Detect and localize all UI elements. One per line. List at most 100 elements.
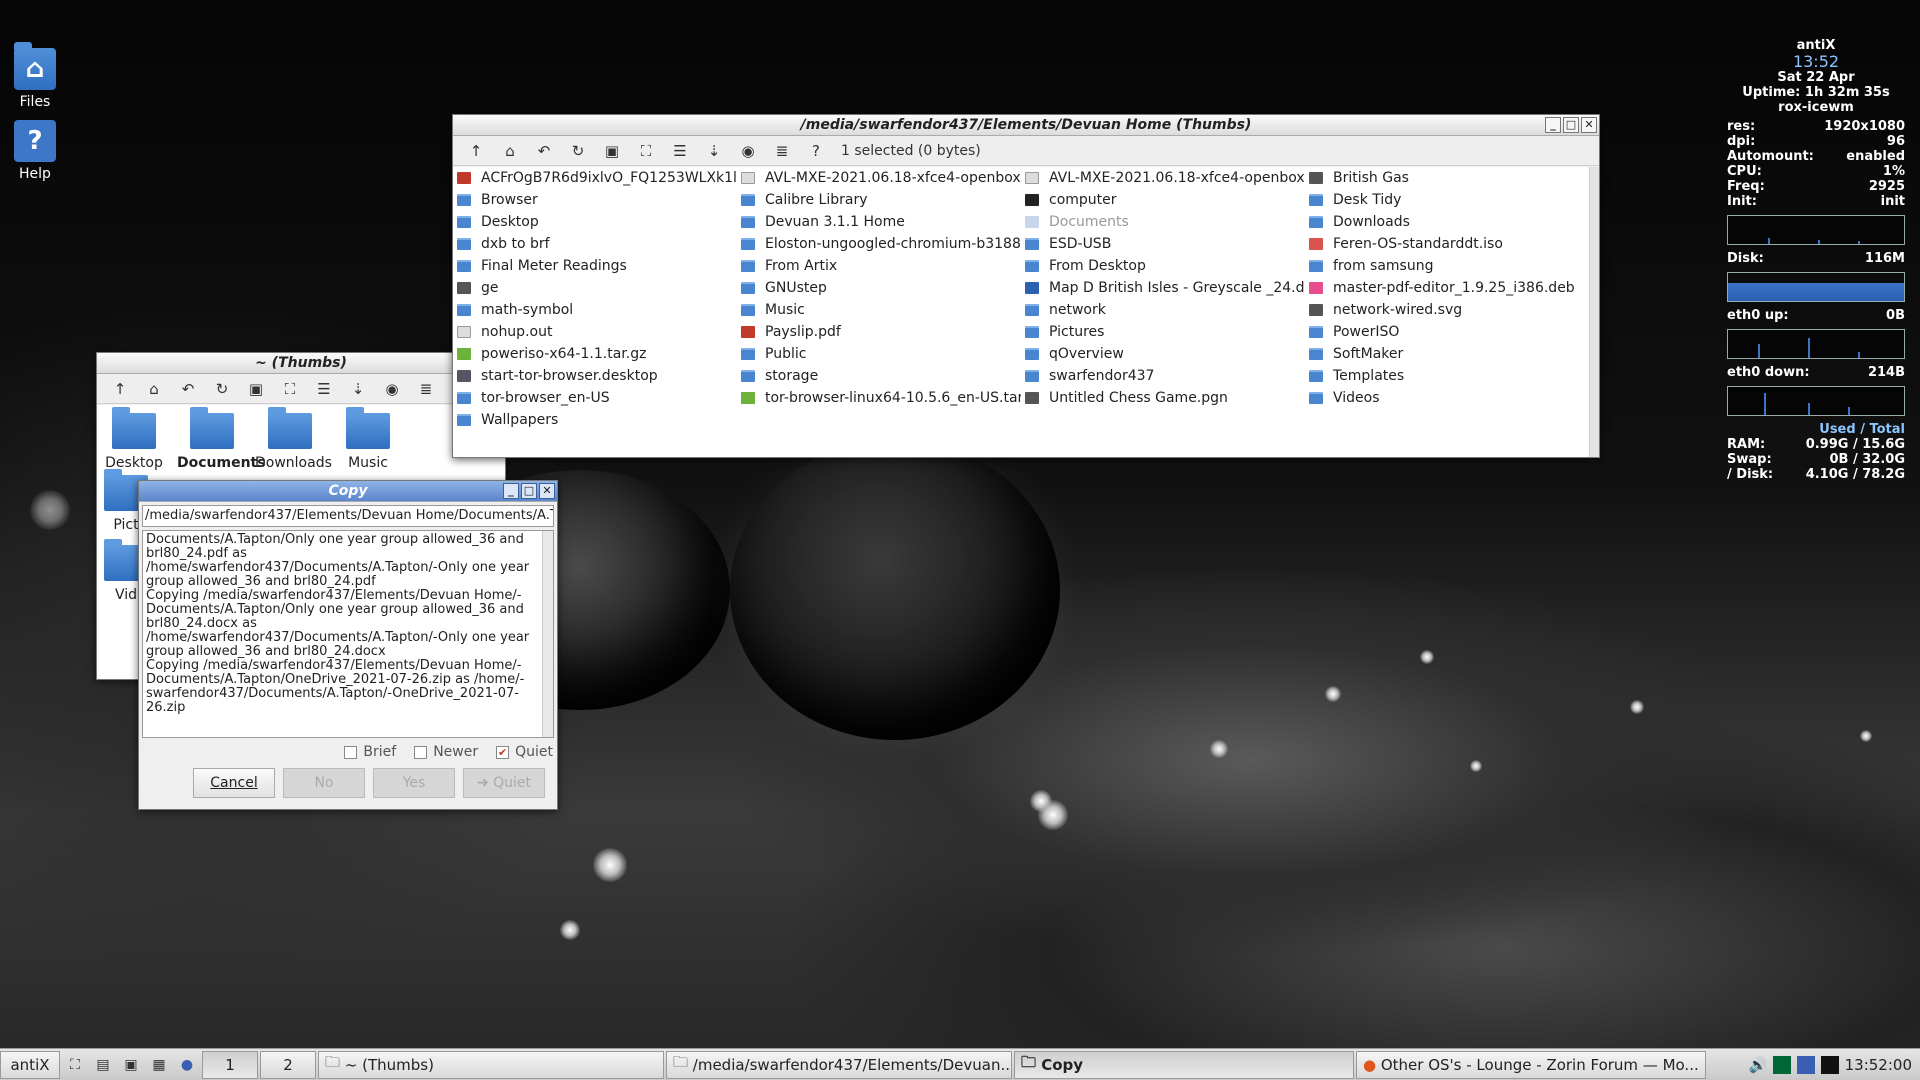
- sort-icon[interactable]: ⇣: [697, 139, 731, 163]
- resize-icon[interactable]: ⛶: [629, 139, 663, 163]
- file-item[interactable]: GNUstep: [741, 277, 1021, 299]
- quiet-button[interactable]: ➜ Quiet: [463, 768, 545, 798]
- thumb-item[interactable]: Music: [333, 407, 403, 471]
- browser-icon[interactable]: ●: [174, 1052, 200, 1078]
- no-button[interactable]: No: [283, 768, 365, 798]
- file-item[interactable]: Devuan 3.1.1 Home: [741, 211, 1021, 233]
- minimize-icon[interactable]: _: [503, 483, 519, 499]
- refresh-icon[interactable]: ↻: [205, 377, 239, 401]
- maximize-icon[interactable]: □: [1563, 117, 1579, 133]
- task-browser[interactable]: ● Other OS's - Lounge - Zorin Forum — Mo…: [1356, 1050, 1706, 1079]
- terminal-icon[interactable]: ▣: [118, 1052, 144, 1078]
- file-item[interactable]: AVL-MXE-2021.06.18-xfce4-openbox-amd: [1025, 167, 1305, 189]
- newer-checkbox[interactable]: Newer: [414, 744, 478, 760]
- window-titlebar[interactable]: Copy _ □ ✕: [139, 481, 557, 502]
- copy-dialog[interactable]: Copy _ □ ✕ /media/swarfendor437/Elements…: [138, 480, 558, 810]
- cpu-monitor-icon[interactable]: [1772, 1055, 1791, 1074]
- copy-log[interactable]: Documents/A.Tapton/Only one year group a…: [142, 530, 554, 738]
- close-icon[interactable]: ✕: [539, 483, 555, 499]
- task-devuan-home[interactable]: 🗀 /media/swarfendor437/Elements/Devuan..…: [666, 1050, 1012, 1079]
- file-item[interactable]: ESD-USB: [1025, 233, 1305, 255]
- new-window-icon[interactable]: ▣: [595, 139, 629, 163]
- yes-button[interactable]: Yes: [373, 768, 455, 798]
- file-item[interactable]: Documents: [1025, 211, 1305, 233]
- file-item[interactable]: Untitled Chess Game.pgn: [1025, 387, 1305, 409]
- back-icon[interactable]: ↶: [527, 139, 561, 163]
- file-item[interactable]: storage: [741, 365, 1021, 387]
- show-desktop-icon[interactable]: ⛶: [62, 1052, 88, 1078]
- thumb-item[interactable]: Desktop: [99, 407, 169, 471]
- sort-icon[interactable]: ⇣: [341, 377, 375, 401]
- file-item[interactable]: British Gas: [1309, 167, 1589, 189]
- file-item[interactable]: nohup.out: [457, 321, 737, 343]
- network-icon[interactable]: [1796, 1055, 1815, 1074]
- file-item[interactable]: tor-browser-linux64-10.5.6_en-US.tar.xz: [741, 387, 1021, 409]
- file-item[interactable]: network-wired.svg: [1309, 299, 1589, 321]
- file-item[interactable]: Wallpapers: [457, 409, 737, 431]
- task-copy[interactable]: 🗀 Copy: [1014, 1050, 1354, 1079]
- file-item[interactable]: Music: [741, 299, 1021, 321]
- file-item[interactable]: network: [1025, 299, 1305, 321]
- thumb-item[interactable]: Downloads: [255, 407, 332, 471]
- file-item[interactable]: Public: [741, 343, 1021, 365]
- file-item[interactable]: Templates: [1309, 365, 1589, 387]
- desktop-icon-files[interactable]: ⌂ Files: [0, 42, 70, 110]
- refresh-icon[interactable]: ↻: [561, 139, 595, 163]
- file-manager-icon[interactable]: ▤: [90, 1052, 116, 1078]
- file-item[interactable]: Desktop: [457, 211, 737, 233]
- file-item[interactable]: From Desktop: [1025, 255, 1305, 277]
- view-icon[interactable]: ☰: [307, 377, 341, 401]
- memory-monitor-icon[interactable]: [1820, 1055, 1839, 1074]
- file-item[interactable]: poweriso-x64-1.1.tar.gz: [457, 343, 737, 365]
- hidden-icon[interactable]: ◉: [375, 377, 409, 401]
- window-titlebar[interactable]: /media/swarfendor437/Elements/Devuan Hom…: [453, 115, 1599, 136]
- file-item[interactable]: AVL-MXE-2021.06.18-xfce4-openbox-amd: [741, 167, 1021, 189]
- file-item[interactable]: Videos: [1309, 387, 1589, 409]
- taskbar-clock[interactable]: 13:52:00: [1845, 1056, 1912, 1074]
- home-icon[interactable]: ⌂: [137, 377, 171, 401]
- file-item[interactable]: dxb to brf: [457, 233, 737, 255]
- file-item[interactable]: qOverview: [1025, 343, 1305, 365]
- file-item[interactable]: tor-browser_en-US: [457, 387, 737, 409]
- file-item[interactable]: From Artix: [741, 255, 1021, 277]
- file-item[interactable]: swarfendor437: [1025, 365, 1305, 387]
- window-titlebar[interactable]: ~ (Thumbs): [97, 353, 505, 374]
- devuan-home-window[interactable]: /media/swarfendor437/Elements/Devuan Hom…: [452, 114, 1600, 458]
- file-item[interactable]: math-symbol: [457, 299, 737, 321]
- brief-checkbox[interactable]: Brief: [344, 744, 396, 760]
- file-item[interactable]: ge: [457, 277, 737, 299]
- file-item[interactable]: from samsung: [1309, 255, 1589, 277]
- file-item[interactable]: ACFrOgB7R6d9ixlvO_FQ1253WLXk1laD: [457, 167, 737, 189]
- up-icon[interactable]: ↑: [103, 377, 137, 401]
- close-icon[interactable]: ✕: [1581, 117, 1597, 133]
- maximize-icon[interactable]: □: [521, 483, 537, 499]
- file-item[interactable]: start-tor-browser.desktop: [457, 365, 737, 387]
- editor-icon[interactable]: ▦: [146, 1052, 172, 1078]
- log-scrollbar[interactable]: [542, 531, 553, 737]
- up-icon[interactable]: ↑: [459, 139, 493, 163]
- file-item[interactable]: Calibre Library: [741, 189, 1021, 211]
- new-window-icon[interactable]: ▣: [239, 377, 273, 401]
- back-icon[interactable]: ↶: [171, 377, 205, 401]
- volume-icon[interactable]: 🔊: [1749, 1056, 1768, 1074]
- file-item[interactable]: Downloads: [1309, 211, 1589, 233]
- file-item[interactable]: SoftMaker: [1309, 343, 1589, 365]
- file-item[interactable]: Map D British Isles - Greyscale _24.docx: [1025, 277, 1305, 299]
- vertical-scrollbar[interactable]: [1589, 167, 1599, 457]
- file-item[interactable]: Pictures: [1025, 321, 1305, 343]
- file-item[interactable]: Feren-OS-standarddt.iso: [1309, 233, 1589, 255]
- task-thumbs[interactable]: 🗀 ~ (Thumbs): [318, 1050, 664, 1079]
- file-item[interactable]: PowerISO: [1309, 321, 1589, 343]
- file-item[interactable]: Desk Tidy: [1309, 189, 1589, 211]
- file-item[interactable]: Payslip.pdf: [741, 321, 1021, 343]
- file-item[interactable]: Browser: [457, 189, 737, 211]
- cancel-button[interactable]: Cancel: [193, 768, 275, 798]
- workspace-1[interactable]: 1: [202, 1050, 258, 1079]
- hidden-icon[interactable]: ◉: [731, 139, 765, 163]
- details-icon[interactable]: ≣: [765, 139, 799, 163]
- quiet-checkbox[interactable]: ✔ Quiet: [496, 744, 553, 760]
- resize-icon[interactable]: ⛶: [273, 377, 307, 401]
- view-icon[interactable]: ☰: [663, 139, 697, 163]
- help-icon[interactable]: ?: [799, 139, 833, 163]
- thumb-item[interactable]: Documents: [177, 407, 266, 471]
